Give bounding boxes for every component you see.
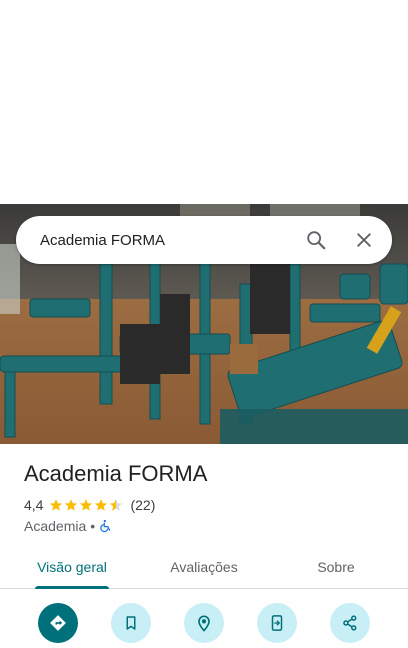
share-button[interactable] — [330, 603, 370, 643]
tab-about[interactable]: Sobre — [286, 546, 386, 588]
star-icon — [80, 499, 93, 511]
search-bar[interactable]: Academia FORMA — [16, 216, 392, 264]
nearby-button[interactable] — [184, 603, 224, 643]
location-pin-icon — [198, 615, 210, 632]
tab-label: Avaliações — [170, 559, 238, 575]
tab-label: Visão geral — [37, 559, 107, 575]
separator: • — [90, 518, 96, 534]
search-icon — [307, 231, 326, 250]
search-input[interactable]: Academia FORMA — [16, 232, 292, 249]
tab-label: Sobre — [317, 559, 355, 575]
star-rating — [49, 498, 124, 512]
category-row: Academia • — [24, 517, 113, 535]
active-tab-indicator — [35, 586, 109, 589]
wheelchair-icon — [100, 519, 111, 533]
search-button[interactable] — [292, 216, 340, 264]
review-count[interactable]: (22) — [130, 497, 155, 513]
tab-reviews[interactable]: Avaliações — [154, 546, 254, 588]
tab-bar: Visão geral Avaliações Sobre — [0, 546, 408, 589]
close-button[interactable] — [340, 216, 388, 264]
send-to-phone-button[interactable] — [257, 603, 297, 643]
star-icon — [95, 499, 108, 511]
star-icon — [65, 499, 78, 511]
directions-icon — [50, 615, 66, 631]
bookmark-icon — [126, 616, 136, 630]
place-category: Academia — [24, 518, 87, 534]
save-button[interactable] — [111, 603, 151, 643]
tab-overview[interactable]: Visão geral — [22, 546, 122, 588]
share-icon — [343, 615, 357, 631]
half-star-icon — [110, 499, 123, 511]
close-icon — [357, 233, 371, 247]
rating-value: 4,4 — [24, 497, 44, 513]
place-title: Academia FORMA — [24, 461, 208, 486]
directions-button[interactable] — [38, 603, 78, 643]
blank-map-area — [0, 0, 408, 204]
rating-row[interactable]: 4,4 (22) — [24, 496, 155, 514]
star-icon — [50, 499, 63, 511]
send-to-phone-icon — [271, 615, 283, 631]
action-bar — [0, 603, 408, 643]
